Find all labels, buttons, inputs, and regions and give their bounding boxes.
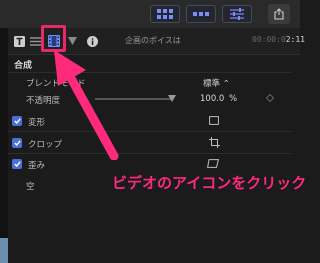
timecode-leading: 00:00:0: [252, 35, 286, 44]
opacity-value[interactable]: 100.0: [200, 94, 224, 104]
tab-text[interactable]: [14, 34, 25, 48]
tab-filter[interactable]: [68, 34, 77, 48]
effect-label-transform: 変形: [28, 118, 46, 128]
viewer-edge-thumbnail: [0, 238, 8, 263]
share-button[interactable]: [268, 4, 290, 24]
top-toolbar: [0, 0, 300, 28]
annotation-text: ビデオのアイコンをクリック: [112, 174, 307, 192]
compositing-section-title: 合成: [14, 61, 33, 71]
share-icon: [274, 8, 284, 20]
transform-checkbox[interactable]: [12, 116, 22, 126]
keyframe-diamond-icon[interactable]: [265, 93, 275, 103]
tab-info[interactable]: [87, 34, 98, 48]
inspector-view-icon: [230, 8, 244, 20]
distort-icon[interactable]: [207, 159, 219, 168]
pink-arrow-icon: [54, 50, 119, 160]
crop-icon[interactable]: [209, 137, 220, 148]
checkmark-icon: [13, 140, 21, 146]
partial-row-label: 空: [26, 182, 35, 192]
view-toggle-group: [150, 5, 252, 23]
checkmark-icon: [13, 118, 21, 124]
viewer-edge: [0, 28, 8, 263]
browser-view-icon: [157, 9, 173, 19]
crop-checkbox[interactable]: [12, 138, 22, 148]
distort-checkbox[interactable]: [12, 159, 22, 169]
checkmark-icon: [13, 161, 21, 167]
transform-icon[interactable]: [209, 116, 219, 125]
timeline-view-icon: [193, 12, 209, 16]
opacity-slider-knob[interactable]: [168, 95, 176, 102]
inspector-view-button[interactable]: [222, 5, 252, 23]
info-icon: [87, 35, 98, 47]
timecode-trailing: 2:11: [285, 35, 305, 44]
blend-mode-popup[interactable]: 標準 ⌃: [203, 77, 230, 89]
clip-timecode: 00:00:02:11: [252, 35, 305, 44]
text-icon: [14, 35, 25, 47]
video-tab-highlight: [41, 25, 66, 52]
effect-label-distort: 歪み: [28, 161, 46, 171]
opacity-unit: %: [229, 94, 238, 104]
filter-icon: [68, 37, 77, 45]
timeline-view-button[interactable]: [186, 5, 216, 23]
clip-title: 企画のポイスは: [125, 36, 181, 45]
browser-view-button[interactable]: [150, 5, 180, 23]
